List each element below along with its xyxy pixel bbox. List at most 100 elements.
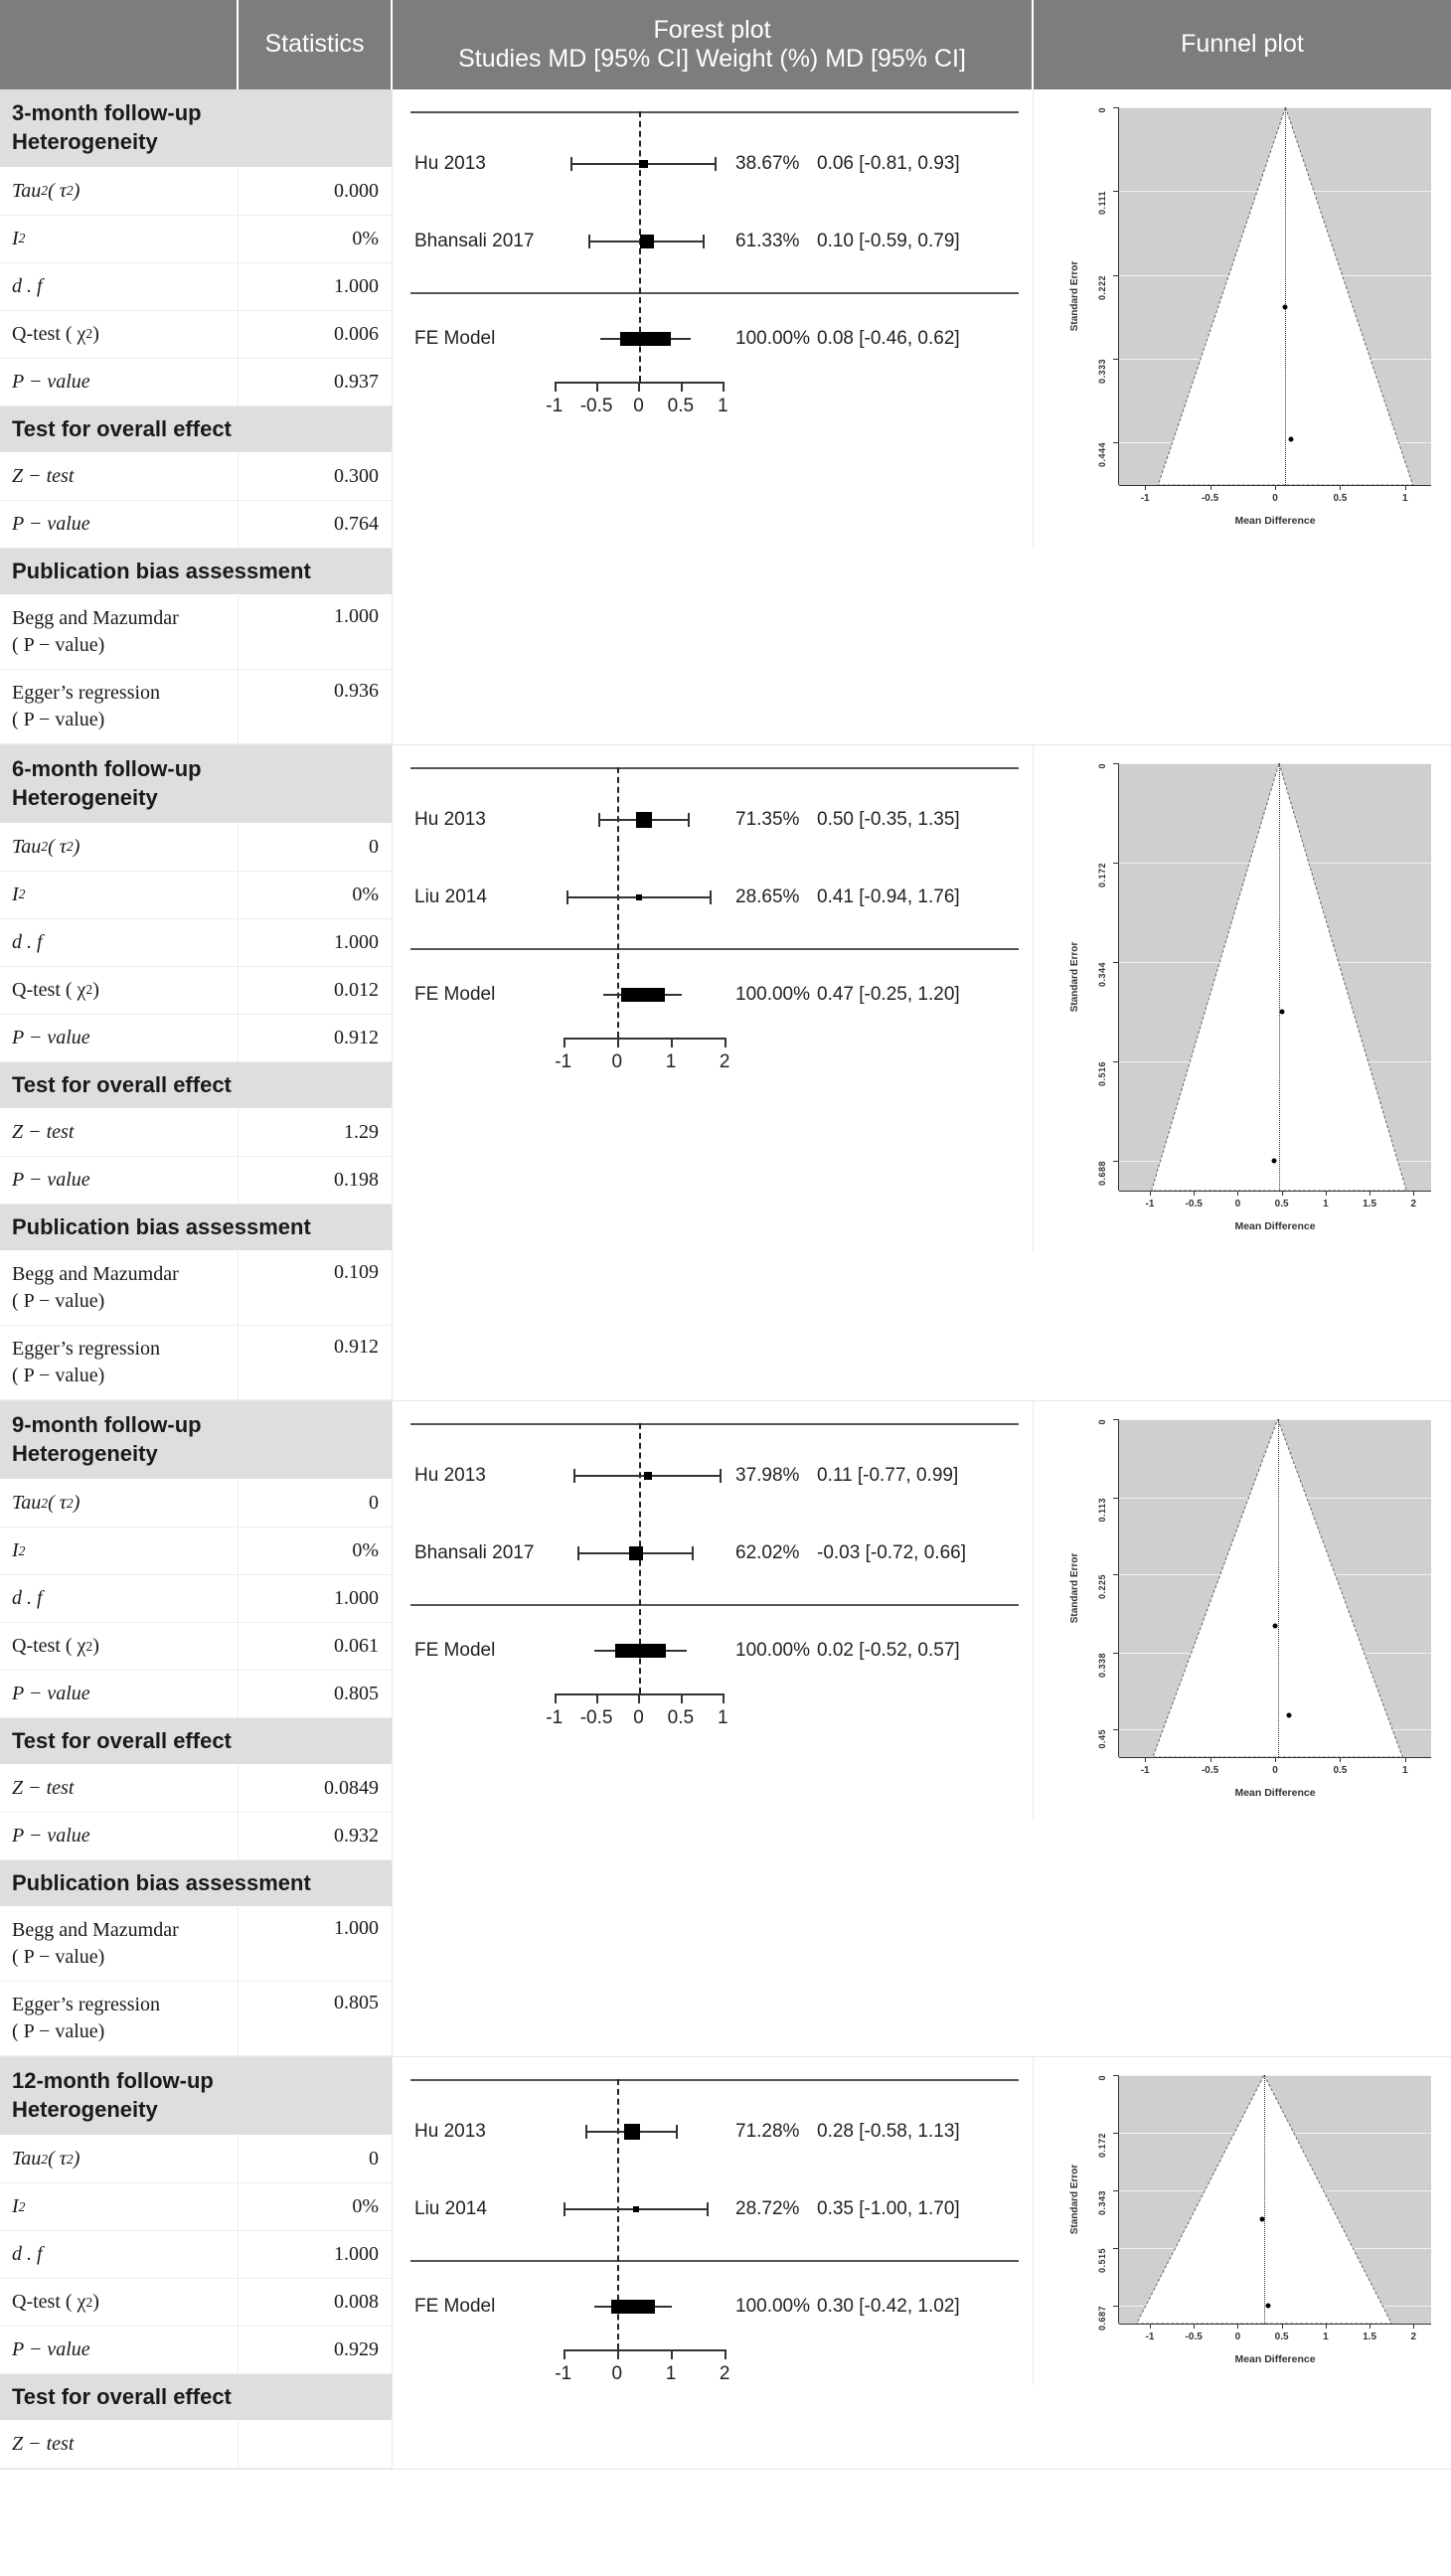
section-title-3: 12-month follow-up Heterogeneity — [0, 2057, 392, 2137]
funnel-y-tick — [1113, 191, 1118, 193]
stat-row: Z − test 0.300 — [0, 453, 392, 502]
funnel-plot-cell-2: 0 0.113 0.225 0.338 0.45 Standard Error -1 -0.5… — [1034, 1401, 1451, 1820]
stat-value: 0.198 — [334, 1169, 379, 1192]
stat-row: Tau 2 ( τ 2) 0 — [0, 1480, 392, 1529]
effect-estimate: 0.06 [-0.81, 0.93] — [817, 153, 960, 174]
funnel-data-point — [1265, 2303, 1271, 2309]
axis-tick — [554, 1693, 557, 1704]
forest-plot-title: Forest plot — [653, 15, 771, 44]
axis-tick-label: 0 — [633, 396, 644, 416]
ci-cap-left — [565, 890, 568, 905]
forest-plot-cell-2: Hu 2013 37.98% 0.11 [-0.77, 0.99] Bhansa… — [393, 1401, 1034, 1820]
funnel-y-tick — [1113, 274, 1118, 276]
stat-value: 1.29 — [344, 1121, 379, 1144]
effect-estimate: 0.10 [-0.59, 0.79] — [817, 231, 960, 251]
stat-row: P − value 0.764 — [0, 501, 392, 550]
stat-value: 1.000 — [334, 1587, 379, 1610]
stat-value: 0.012 — [334, 979, 379, 1002]
axis-tick-label: -1 — [546, 396, 564, 416]
forest-bottom-rule — [410, 2260, 1019, 2263]
ci-cap-right — [710, 890, 713, 905]
stat-label: P − value — [0, 359, 239, 406]
summary-model-label: FE Model — [414, 328, 496, 349]
axis-tick-label: 1 — [717, 1707, 728, 1729]
axis-tick — [638, 382, 641, 392]
effect-estimate: 0.35 [-1.00, 1.70] — [817, 2198, 960, 2220]
stat-label: P − value — [0, 501, 239, 549]
funnel-plot-cell-1: 0 0.172 0.344 0.516 0.688 Standard Error -1 -0.… — [1034, 745, 1451, 1253]
funnel-y-axis-line — [1118, 107, 1119, 485]
funnel-x-tick-label: 1 — [1323, 2332, 1329, 2343]
funnel-x-tick — [1237, 2324, 1239, 2330]
weight-value: 37.98% — [735, 1465, 800, 1487]
stat-row: Q-test ( χ 2) 0.061 — [0, 1623, 392, 1672]
header-forest-plot: Forest plot Studies MD [95% CI] Weight (… — [393, 0, 1034, 89]
test-overall-effect-heading: Test for overall effect — [0, 1062, 392, 1110]
funnel-y-tick-label: 0.45 — [1097, 1729, 1107, 1749]
axis-tick — [616, 1038, 619, 1048]
summary-estimate: 0.47 [-0.25, 1.20] — [817, 984, 960, 1006]
stat-value: 0.936 — [334, 680, 379, 703]
funnel-plot-cell-3: 0 0.172 0.343 0.515 0.687 Standard Error -1 -0.… — [1034, 2057, 1451, 2386]
test-overall-effect-heading: Test for overall effect — [0, 406, 392, 454]
funnel-y-tick-label: 0 — [1097, 2075, 1107, 2081]
section-title-0: 3-month follow-up Heterogeneity — [0, 89, 392, 169]
funnel-y-axis-line — [1118, 1419, 1119, 1758]
ci-cap-left — [588, 235, 591, 248]
effect-size-marker — [639, 159, 648, 169]
weight-value: 61.33% — [735, 231, 800, 251]
stat-row: Tau 2 ( τ 2) 0 — [0, 2136, 392, 2184]
funnel-x-tick-label: 1.5 — [1363, 1199, 1377, 1210]
axis-tick-label: 2 — [719, 2363, 730, 2385]
funnel-y-tick-label: 0.343 — [1097, 2190, 1107, 2216]
funnel-x-tick — [1281, 2324, 1283, 2330]
stat-row: d . f 1.000 — [0, 2231, 392, 2280]
stat-label: I2 — [0, 2183, 239, 2231]
ci-cap-right — [687, 813, 690, 828]
stat-value: 1.000 — [334, 1917, 379, 1940]
axis-tick — [723, 1693, 726, 1704]
axis-tick — [616, 2349, 619, 2360]
axis-tick-label: 0 — [611, 1051, 623, 1073]
ci-cap-right — [720, 1469, 723, 1484]
funnel-y-tick — [1113, 1729, 1118, 1731]
stat-value: 0% — [352, 2195, 379, 2218]
axis-tick — [596, 382, 599, 392]
stat-row: Q-test ( χ 2) 0.008 — [0, 2279, 392, 2328]
stat-label: Begg and Mazumdar( P − value) — [0, 1251, 239, 1326]
forest-summary-row: FE Model 100.00% 0.30 [-0.42, 1.02] — [393, 2294, 1033, 2320]
stat-value: 0.937 — [334, 371, 379, 394]
funnel-x-tick-label: -1 — [1145, 2332, 1155, 2343]
section-band-1: 6-month follow-up Heterogeneity Tau 2 ( τ2… — [0, 745, 1451, 1402]
funnel-plot-area — [1119, 1419, 1431, 1758]
axis-tick-label: 1 — [665, 2363, 677, 2385]
sections-container: 3-month follow-up Heterogeneity Tau 2 ( τ2… — [0, 89, 1451, 2471]
funnel-data-point — [1288, 436, 1294, 442]
effect-size-marker — [636, 812, 652, 828]
statistics-table-0: 3-month follow-up Heterogeneity Tau 2 ( τ2… — [0, 89, 393, 745]
forest-plot-subtitle: Studies MD [95% CI] Weight (%) MD [95% C… — [458, 45, 966, 73]
funnel-y-tick — [1113, 961, 1118, 963]
funnel-plot-area — [1119, 2075, 1431, 2325]
weight-value: 62.02% — [735, 1542, 800, 1564]
axis-tick-label: 0 — [611, 2363, 623, 2385]
funnel-data-point — [1271, 1158, 1277, 1164]
stat-label: Z − test — [0, 1765, 239, 1813]
stat-value: 0.0849 — [324, 1777, 379, 1800]
stat-row: I2 0% — [0, 2183, 392, 2232]
funnel-x-tick-label: 0.5 — [1333, 1765, 1348, 1777]
stat-row: Z − test 1.29 — [0, 1109, 392, 1158]
effect-size-marker — [629, 1546, 643, 1560]
funnel-y-tick-label: 0.225 — [1097, 1574, 1107, 1600]
funnel-y-tick-label: 0.338 — [1097, 1652, 1107, 1678]
funnel-x-tick-label: -0.5 — [1201, 493, 1219, 504]
stat-label: Q-test ( χ 2) — [0, 2279, 239, 2327]
funnel-plot: 0 0.111 0.222 0.333 0.444 Standard Error -1 -0.… — [1034, 89, 1451, 547]
funnel-x-tick — [1413, 2324, 1415, 2330]
stat-value: 1.000 — [334, 2243, 379, 2266]
funnel-x-tick — [1281, 1191, 1283, 1197]
stat-value: 0.109 — [334, 1261, 379, 1284]
summary-estimate: 0.08 [-0.46, 0.62] — [817, 328, 960, 349]
stat-row: Z − test — [0, 2421, 392, 2470]
funnel-x-tick-label: -0.5 — [1201, 1765, 1219, 1777]
